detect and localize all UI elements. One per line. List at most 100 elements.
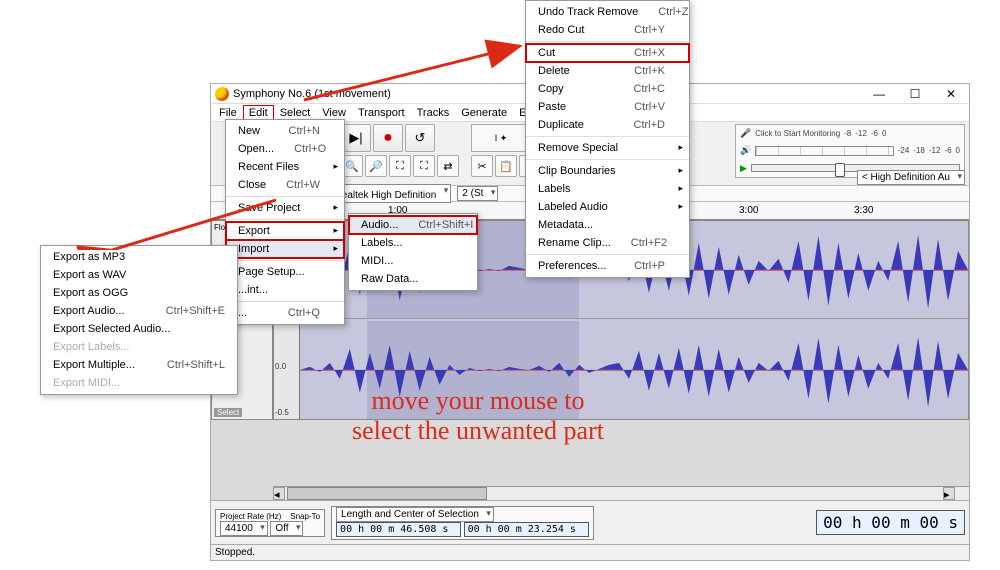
edit-menu-shortcut: Ctrl+C: [634, 83, 665, 95]
file-menu-label: ...int...: [238, 284, 268, 296]
edit-menu-separator: [526, 41, 689, 42]
file-export-submenu: Export as MP3Export as WAVExport as OGGE…: [40, 245, 238, 395]
file-menu-item-0[interactable]: NewCtrl+N: [226, 122, 344, 140]
edit-menu-item-7[interactable]: Duplicate Ctrl+D: [526, 116, 689, 134]
menu-transport[interactable]: Transport: [352, 105, 411, 121]
file-menu-item-7[interactable]: Export: [226, 222, 344, 240]
ruler-tick-4: 3:30: [854, 205, 969, 216]
file-menu-item-8[interactable]: Import: [226, 240, 344, 258]
file-menu-item-10[interactable]: Page Setup...: [226, 263, 344, 281]
monitoring-label[interactable]: Click to Start Monitoring: [755, 129, 840, 138]
fit-project-button[interactable]: ⛶: [413, 155, 435, 177]
window-controls: — ☐ ✕: [861, 84, 969, 104]
menu-tracks[interactable]: Tracks: [411, 105, 456, 121]
skip-end-button[interactable]: ▶|: [341, 124, 371, 152]
edit-menu-item-3[interactable]: CutCtrl+X: [526, 44, 689, 62]
edit-menu-label: Delete: [538, 65, 570, 77]
edit-menu-item-0[interactable]: Undo Track RemoveCtrl+Z: [526, 3, 689, 21]
tools-toolbar[interactable]: I ✦: [471, 124, 531, 152]
cut-button[interactable]: ✂: [471, 155, 493, 177]
edit-menu-item-13[interactable]: Labeled Audio: [526, 198, 689, 216]
export-menu-item-5: Export Labels...: [41, 338, 237, 356]
snap-label: Snap-To: [290, 512, 320, 521]
selection-box: Length and Center of Selection 00 h 00 m…: [331, 506, 594, 540]
project-rate-box: Project Rate (Hz) Snap-To 44100 Off: [215, 509, 325, 537]
edit-menu-shortcut: Ctrl+Z: [658, 6, 688, 18]
app-logo-icon: [215, 87, 229, 101]
edit-menu-shortcut: Ctrl+D: [634, 119, 665, 131]
file-menu-shortcut: Ctrl+O: [294, 143, 326, 155]
edit-menu-item-12[interactable]: Labels: [526, 180, 689, 198]
edit-menu-item-5[interactable]: CopyCtrl+C: [526, 80, 689, 98]
edit-menu-item-15[interactable]: Rename Clip...Ctrl+F2: [526, 234, 689, 252]
fit-selection-button[interactable]: ⛶: [389, 155, 411, 177]
horizontal-scrollbar[interactable]: ◂ ▸: [273, 486, 969, 500]
file-menu-item-2[interactable]: Recent Files: [226, 158, 344, 176]
file-menu-separator: [226, 301, 344, 302]
export-menu-label: Export Labels...: [53, 341, 129, 353]
selection-time-2[interactable]: 00 h 00 m 23.254 s: [464, 522, 589, 537]
record-button[interactable]: ●: [373, 124, 403, 152]
edit-menu-label: Duplicate: [538, 119, 584, 131]
meter2-tick-3: -6: [944, 146, 951, 155]
close-button[interactable]: ✕: [933, 84, 969, 104]
export-menu-item-1[interactable]: Export as WAV: [41, 266, 237, 284]
channels-combo[interactable]: 2 (St: [457, 186, 498, 201]
export-menu-item-4[interactable]: Export Selected Audio...: [41, 320, 237, 338]
scroll-left-button[interactable]: ◂: [273, 487, 285, 500]
file-menu-label: Save Project: [238, 202, 300, 214]
selection-time-1[interactable]: 00 h 00 m 46.508 s: [336, 522, 461, 537]
file-menu-item-3[interactable]: CloseCtrl+W: [226, 176, 344, 194]
edit-menu-item-1[interactable]: Redo CutCtrl+Y: [526, 21, 689, 39]
file-menu-item-5[interactable]: Save Project: [226, 199, 344, 217]
loop-button[interactable]: ↺: [405, 124, 435, 152]
export-menu-item-3[interactable]: Export Audio...Ctrl+Shift+E: [41, 302, 237, 320]
file-import-item-3[interactable]: Raw Data...: [349, 270, 477, 288]
scroll-thumb[interactable]: [287, 487, 487, 500]
file-import-label: MIDI...: [361, 255, 393, 267]
zoom-out-button[interactable]: 🔎: [365, 155, 387, 177]
edit-menu-item-4[interactable]: DeleteCtrl+K: [526, 62, 689, 80]
edit-menu-label: Metadata...: [538, 219, 593, 231]
edit-menu-item-14[interactable]: Metadata...: [526, 216, 689, 234]
toggle-button[interactable]: ⇄: [437, 155, 459, 177]
copy-button[interactable]: 📋: [495, 155, 517, 177]
playback-meter[interactable]: [755, 146, 894, 156]
file-menu-label: Open...: [238, 143, 274, 155]
project-rate-combo[interactable]: 44100: [220, 521, 268, 536]
annotation-line-2: select the unwanted part: [352, 416, 604, 445]
selection-mode-combo[interactable]: Length and Center of Selection: [336, 507, 494, 522]
edit-menu-label: Labeled Audio: [538, 201, 608, 213]
file-import-item-2[interactable]: MIDI...: [349, 252, 477, 270]
menu-generate[interactable]: Generate: [455, 105, 513, 121]
file-import-item-0[interactable]: Audio...Ctrl+Shift+I: [349, 216, 477, 234]
playback-device-combo[interactable]: < High Definition Au: [857, 170, 965, 185]
annotation-line-1: move your mouse to: [371, 386, 584, 415]
export-menu-item-7: Export MIDI...: [41, 374, 237, 392]
export-menu-label: Export Audio...: [53, 305, 125, 317]
scroll-right-button[interactable]: ▸: [943, 487, 955, 500]
edit-menu-label: Paste: [538, 101, 566, 113]
selection-toolbar: Project Rate (Hz) Snap-To 44100 Off Leng…: [211, 500, 969, 544]
edit-menu-shortcut: Ctrl+P: [634, 260, 665, 272]
file-menu-item-1[interactable]: Open... Ctrl+O: [226, 140, 344, 158]
file-import-item-1[interactable]: Labels...: [349, 234, 477, 252]
meter-tick-3: 0: [882, 129, 886, 138]
edit-menu-item-11[interactable]: Clip Boundaries: [526, 162, 689, 180]
file-menu-item-11[interactable]: ...int...: [226, 281, 344, 299]
audio-position-time[interactable]: 00 h 00 m 00 s: [816, 510, 965, 535]
minimize-button[interactable]: —: [861, 84, 897, 104]
snap-combo[interactable]: Off: [270, 521, 303, 536]
export-menu-item-2[interactable]: Export as OGG: [41, 284, 237, 302]
edit-menu-item-6[interactable]: PasteCtrl+V: [526, 98, 689, 116]
edit-menu-item-9[interactable]: Remove Special: [526, 139, 689, 157]
file-menu-dropdown: NewCtrl+N Open... Ctrl+O Recent FilesCloseC…: [225, 119, 345, 325]
export-menu-item-0[interactable]: Export as MP3: [41, 248, 237, 266]
file-menu-item-13[interactable]: ...Ctrl+Q: [226, 304, 344, 322]
edit-menu-shortcut: Ctrl+F2: [631, 237, 667, 249]
edit-menu-item-17[interactable]: Preferences...Ctrl+P: [526, 257, 689, 275]
export-menu-item-6[interactable]: Export Multiple...Ctrl+Shift+L: [41, 356, 237, 374]
file-import-submenu: Audio...Ctrl+Shift+ILabels... MIDI... Raw …: [348, 213, 478, 291]
maximize-button[interactable]: ☐: [897, 84, 933, 104]
track-select-label[interactable]: Select: [214, 408, 242, 417]
